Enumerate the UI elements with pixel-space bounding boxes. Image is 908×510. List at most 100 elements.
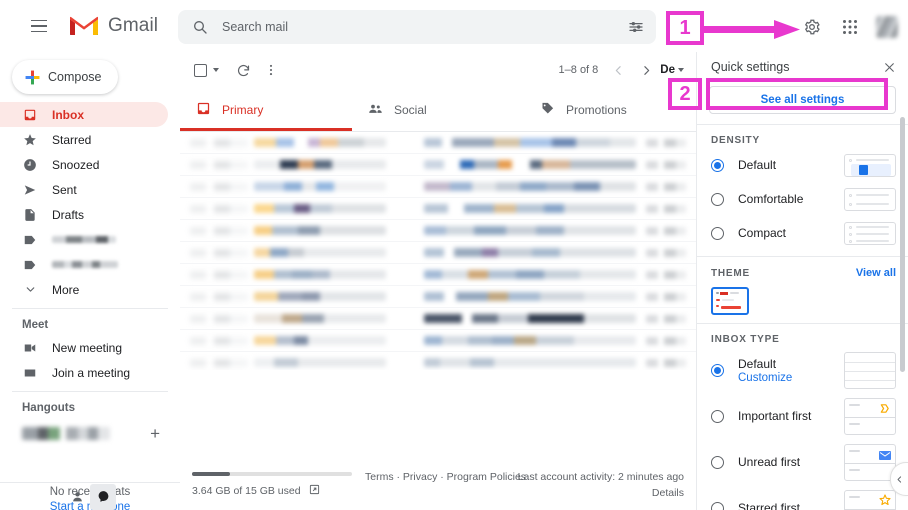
display-density-selector[interactable]: De	[660, 64, 684, 76]
sidebar-item-drafts[interactable]: Drafts	[0, 202, 168, 227]
table-row[interactable]	[180, 176, 696, 198]
plus-icon[interactable]: +	[150, 425, 160, 442]
sidebar-item-label-blurred	[52, 261, 118, 268]
table-row[interactable]	[180, 352, 696, 370]
density-option-compact[interactable]: Compact	[711, 218, 896, 248]
activity-details-link[interactable]: Details	[518, 487, 684, 499]
plus-icon	[25, 70, 40, 85]
sidebar-item-new-meeting[interactable]: New meeting	[0, 335, 168, 360]
sidebar-item-label-hidden-2[interactable]	[0, 252, 168, 277]
inbox-type-option-starred-first[interactable]: Starred first	[711, 487, 896, 510]
table-row[interactable]	[180, 198, 696, 220]
hangouts-account-row[interactable]: +	[0, 422, 180, 444]
sidebar-item-starred[interactable]: Starred	[0, 127, 168, 152]
mail-list-toolbar: 1–8 of 8 De	[180, 52, 696, 88]
annotation-marker-1: 1	[666, 11, 704, 45]
density-preview-default[interactable]	[844, 153, 896, 177]
search-input[interactable]	[222, 20, 628, 34]
row-subject-blurred	[424, 270, 636, 279]
row-lead-blurred	[190, 182, 248, 191]
table-row[interactable]	[180, 154, 696, 176]
table-row[interactable]	[180, 286, 696, 308]
inbox-preview-important-first[interactable]	[844, 397, 896, 435]
last-activity-text: Last account activity: 2 minutes ago	[517, 471, 684, 483]
table-row[interactable]	[180, 264, 696, 286]
radio-icon[interactable]	[711, 455, 724, 469]
table-row[interactable]	[180, 330, 696, 352]
radio-icon[interactable]	[711, 192, 724, 206]
gmail-logo-icon	[68, 14, 100, 38]
hamburger-menu-icon[interactable]	[22, 9, 56, 43]
row-subject-blurred	[424, 248, 636, 257]
sidebar-item-more[interactable]: More	[0, 277, 168, 302]
sidebar-item-sent[interactable]: Sent	[0, 177, 168, 202]
tab-primary[interactable]: Primary	[180, 88, 352, 131]
more-vertical-icon[interactable]	[257, 56, 285, 84]
price-tag-icon	[540, 101, 555, 119]
radio-icon[interactable]	[711, 409, 724, 423]
sidebar-item-snoozed[interactable]: Snoozed	[0, 152, 168, 177]
inbox-preview-default[interactable]	[844, 351, 896, 389]
density-preview-comfortable[interactable]	[844, 187, 896, 211]
row-subject-blurred	[424, 292, 636, 301]
sidebar-item-inbox[interactable]: Inbox	[0, 102, 168, 127]
keyboard-icon	[22, 365, 38, 381]
inbox-type-option-unread-first[interactable]: Unread first	[711, 441, 896, 483]
row-date-blurred	[646, 248, 686, 257]
density-option-default[interactable]: Default	[711, 150, 896, 180]
inbox-icon	[22, 107, 38, 123]
see-all-settings-button[interactable]: See all settings	[709, 86, 896, 114]
open-in-new-icon[interactable]	[309, 484, 320, 498]
annotation-arrow-1	[700, 20, 800, 39]
radio-icon[interactable]	[711, 158, 724, 172]
density-option-comfortable[interactable]: Comfortable	[711, 184, 896, 214]
inbox-type-customize-link[interactable]: Customize	[738, 372, 844, 384]
gmail-wordmark: Gmail	[108, 15, 159, 36]
sidebar-item-label-hidden-1[interactable]	[0, 227, 168, 252]
density-preview-icon	[859, 164, 868, 175]
hangouts-icon[interactable]	[90, 483, 116, 510]
theme-thumbnail-default[interactable]	[711, 287, 749, 315]
quick-settings-scrollbar[interactable]	[900, 117, 905, 372]
compose-button[interactable]: Compose	[12, 60, 118, 94]
inbox-preview-unread-first[interactable]	[844, 443, 896, 481]
inbox-type-option-default[interactable]: Default Customize	[711, 349, 896, 391]
refresh-icon[interactable]	[229, 56, 257, 84]
chevron-right-icon[interactable]	[632, 56, 660, 84]
table-row[interactable]	[180, 132, 696, 154]
mail-list-pane: 1–8 of 8 De Primary Social Promotions 3.…	[180, 52, 696, 510]
google-apps-grid-icon[interactable]	[834, 11, 866, 43]
row-sender-blurred	[254, 160, 386, 169]
row-sender-blurred	[254, 182, 386, 191]
gmail-logo-area[interactable]: Gmail	[68, 14, 158, 38]
table-row[interactable]	[180, 220, 696, 242]
density-preview-compact[interactable]	[844, 221, 896, 245]
inbox-type-option-label: Starred first	[738, 501, 801, 510]
contacts-icon[interactable]	[64, 484, 90, 510]
row-lead-blurred	[190, 270, 248, 279]
close-icon[interactable]	[880, 58, 898, 76]
radio-icon[interactable]	[711, 501, 724, 510]
top-right-actions	[796, 10, 898, 44]
footer-links[interactable]: Terms · Privacy · Program Policies	[365, 471, 526, 483]
search-options-icon[interactable]	[628, 19, 644, 35]
compose-label: Compose	[48, 70, 102, 84]
mail-footer: 3.64 GB of 15 GB used Terms · Privacy · …	[180, 462, 696, 510]
radio-icon[interactable]	[711, 363, 724, 377]
table-row[interactable]	[180, 242, 696, 264]
chevron-left-icon[interactable]	[604, 56, 632, 84]
sidebar-item-join-meeting[interactable]: Join a meeting	[0, 360, 168, 385]
select-all-checkbox[interactable]	[194, 63, 219, 77]
inbox-type-option-important-first[interactable]: Important first	[711, 395, 896, 437]
video-camera-icon	[22, 340, 38, 356]
tab-social[interactable]: Social	[352, 88, 524, 131]
inbox-preview-starred-first[interactable]	[844, 489, 896, 510]
search-bar[interactable]	[178, 10, 656, 44]
radio-icon[interactable]	[711, 226, 724, 240]
mail-rows-container[interactable]	[180, 132, 696, 370]
sidebar-item-label: More	[52, 282, 80, 297]
theme-view-all-link[interactable]: View all	[856, 267, 896, 279]
row-sender-blurred	[254, 270, 386, 279]
account-avatar[interactable]	[876, 16, 898, 38]
table-row[interactable]	[180, 308, 696, 330]
